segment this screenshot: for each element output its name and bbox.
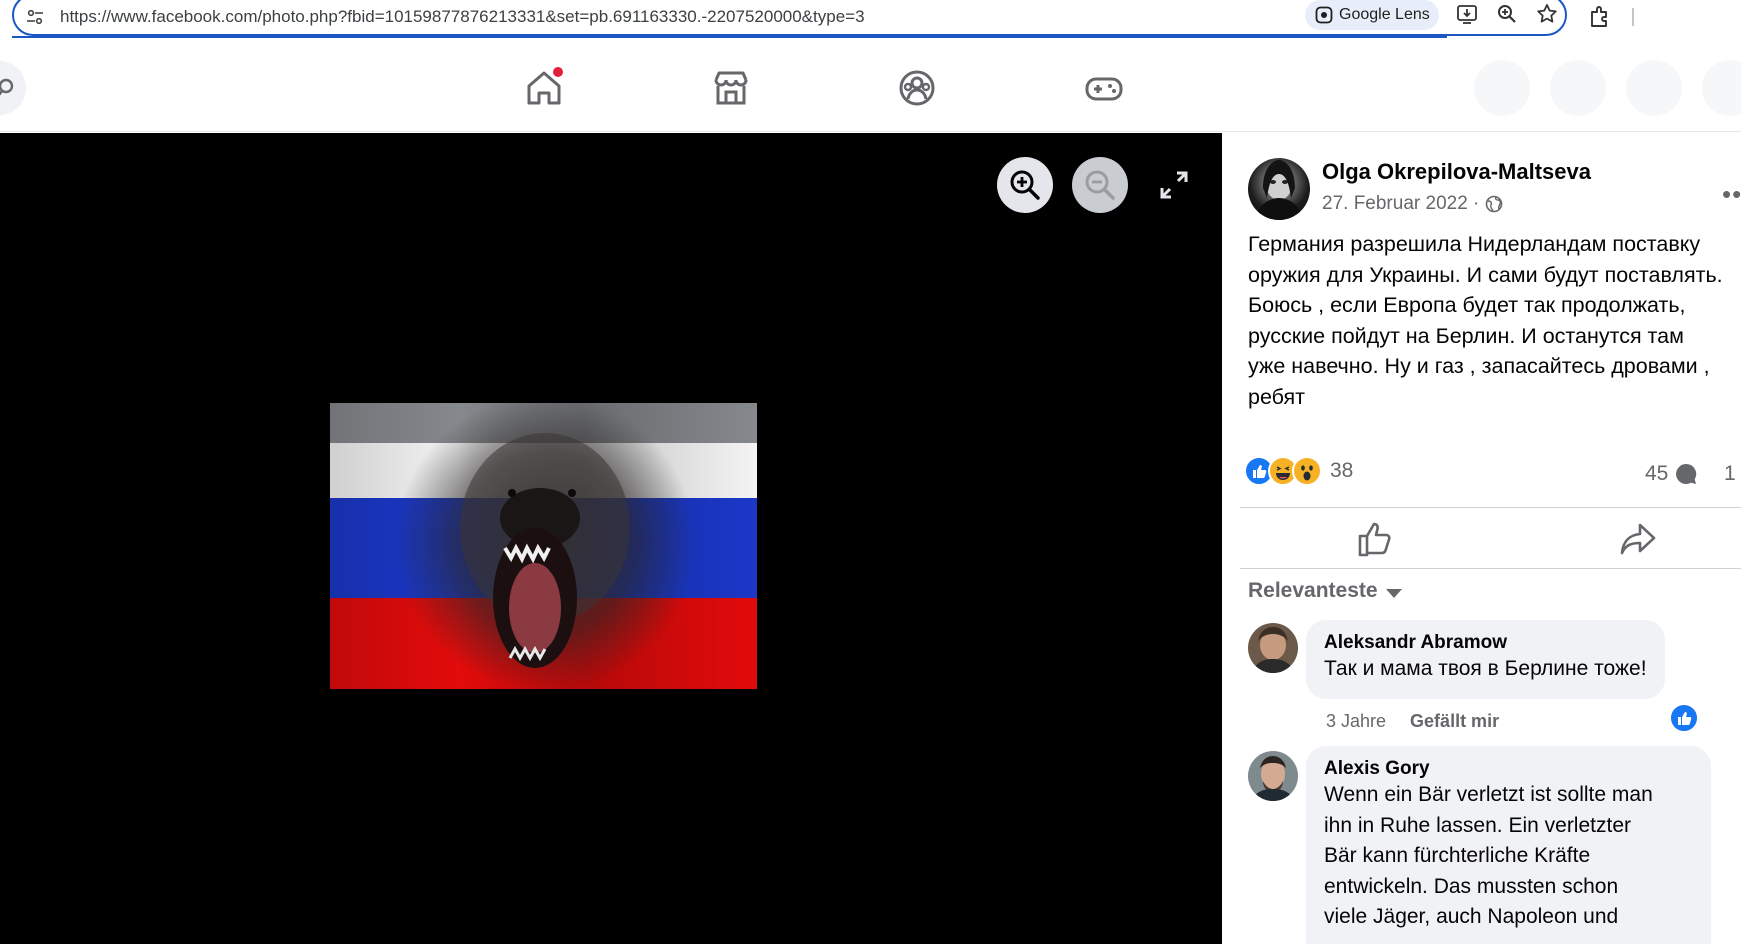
search-button[interactable] <box>0 61 26 115</box>
caret-down-icon <box>1385 588 1402 598</box>
browser-toolbar: https://www.facebook.com/photo.php?fbid=… <box>0 0 1741 44</box>
like-reaction-icon <box>1678 712 1692 725</box>
tab-groups[interactable] <box>893 64 941 112</box>
post-text-line: ребят <box>1248 384 1306 409</box>
google-lens-button[interactable]: Google Lens <box>1305 0 1439 30</box>
comment-bubble: Aleksandr Abramow Так и мама твоя в Берл… <box>1306 620 1665 699</box>
post-date-text[interactable]: 27. Februar 2022 · <box>1322 193 1479 215</box>
divider <box>1240 507 1741 508</box>
marketplace-icon <box>714 71 748 105</box>
share-icon[interactable] <box>1618 519 1658 559</box>
notification-dot <box>552 66 564 78</box>
post-text: Германия разрешила Нидерландам поставку … <box>1248 229 1741 412</box>
tab-home[interactable] <box>520 64 568 112</box>
search-icon <box>0 78 14 96</box>
comment-text-line: ihn in Ruhe lassen. Ein verletzter <box>1324 813 1631 837</box>
profile-avatar[interactable] <box>1702 60 1741 116</box>
bear-flag-image <box>330 403 757 689</box>
groups-icon <box>899 70 935 106</box>
facebook-navbar <box>0 44 1741 132</box>
notifications-button[interactable] <box>1626 60 1682 116</box>
comment-like-button[interactable]: Gefällt mir <box>1410 711 1499 732</box>
share-count[interactable]: 1 <box>1724 462 1736 486</box>
post-text-line: Германия разрешила Нидерландам поставку <box>1248 232 1701 256</box>
zoom-in-button[interactable] <box>997 157 1053 213</box>
install-icon[interactable] <box>1455 2 1479 26</box>
avatar-photo <box>1248 751 1298 801</box>
comment-meta: 3 Jahre Gefällt mir <box>1326 711 1499 732</box>
comment-text-line: entwickeln. Das mussten schon <box>1324 874 1619 898</box>
zoom-out-icon <box>1085 170 1115 200</box>
post-details-pane: Olga Okrepilova-Maltseva 27. Februar 202… <box>1222 133 1741 944</box>
menu-button[interactable] <box>1474 60 1530 116</box>
zoom-out-button[interactable] <box>1072 157 1128 213</box>
toolbar-separator <box>1632 8 1634 26</box>
like-icon[interactable] <box>1355 519 1395 559</box>
extensions-icon[interactable] <box>1587 4 1613 30</box>
page-load-progress <box>12 36 1447 38</box>
commenter-name[interactable]: Alexis Gory <box>1324 758 1693 780</box>
url-text[interactable]: https://www.facebook.com/photo.php?fbid=… <box>60 7 865 27</box>
zoom-icon[interactable] <box>1495 2 1519 26</box>
commenter-name[interactable]: Aleksandr Abramow <box>1324 632 1647 654</box>
post-text-line: Боюсь , если Европа будет так продолжать… <box>1248 293 1686 317</box>
comment-text-line: Wenn ein Bär verletzt ist sollte man <box>1324 783 1653 806</box>
post-text-line: русские пойдут на Берлин. И останутся та… <box>1248 323 1684 348</box>
post-photo[interactable] <box>330 403 757 689</box>
comment-bubble: Alexis Gory Wenn ein Bär verletzt ist so… <box>1306 746 1711 944</box>
comment-time[interactable]: 3 Jahre <box>1326 711 1386 732</box>
tab-gaming[interactable] <box>1080 64 1128 112</box>
comment-like-badge[interactable] <box>1669 703 1699 733</box>
post-date: 27. Februar 2022 · <box>1322 193 1503 215</box>
lens-label: Google Lens <box>1339 6 1430 23</box>
comment-text-line: viele Jäger, auch Napoleon und <box>1324 905 1619 928</box>
comment-sort-dropdown[interactable]: Relevanteste <box>1248 579 1402 603</box>
messenger-button[interactable] <box>1550 60 1606 116</box>
fullscreen-icon[interactable] <box>1158 169 1190 201</box>
post-text-line: оружия для Украины. И сами будут поставл… <box>1248 262 1723 287</box>
author-photo <box>1254 160 1304 220</box>
tab-marketplace[interactable] <box>707 64 755 112</box>
divider <box>1240 568 1741 569</box>
globe-icon <box>1486 195 1503 213</box>
lens-icon <box>1315 6 1333 24</box>
reaction-count[interactable]: 38 <box>1330 459 1353 483</box>
commenter-avatar[interactable] <box>1248 751 1298 801</box>
commenter-avatar[interactable] <box>1248 623 1298 673</box>
sort-label: Relevanteste <box>1248 579 1378 602</box>
author-name[interactable]: Olga Okrepilova-Maltseva <box>1322 159 1591 185</box>
tune-icon[interactable] <box>26 8 44 26</box>
more-options-button[interactable]: ••• <box>1722 179 1741 210</box>
wow-reaction-icon <box>1292 456 1322 486</box>
zoom-in-icon <box>1010 170 1040 200</box>
post-text-line: уже навечно. Ну и газ , запасайтесь дров… <box>1248 354 1710 378</box>
comment-bubble-icon <box>1676 463 1697 484</box>
photo-viewer <box>0 133 1222 944</box>
avatar-photo <box>1248 623 1298 673</box>
comment-text-line: Bär kann fürchterliche Kräfte <box>1324 844 1591 867</box>
comment-text: Так и мама твоя в Берлине тоже! <box>1324 657 1647 680</box>
author-avatar[interactable] <box>1248 158 1310 220</box>
comment-count-text: 45 <box>1645 462 1669 485</box>
star-icon[interactable] <box>1535 2 1559 26</box>
comment-count[interactable]: 45 <box>1645 462 1698 486</box>
reactions-summary[interactable]: 38 <box>1244 456 1353 486</box>
address-bar[interactable]: https://www.facebook.com/photo.php?fbid=… <box>12 0 1567 36</box>
gaming-icon <box>1085 77 1123 101</box>
